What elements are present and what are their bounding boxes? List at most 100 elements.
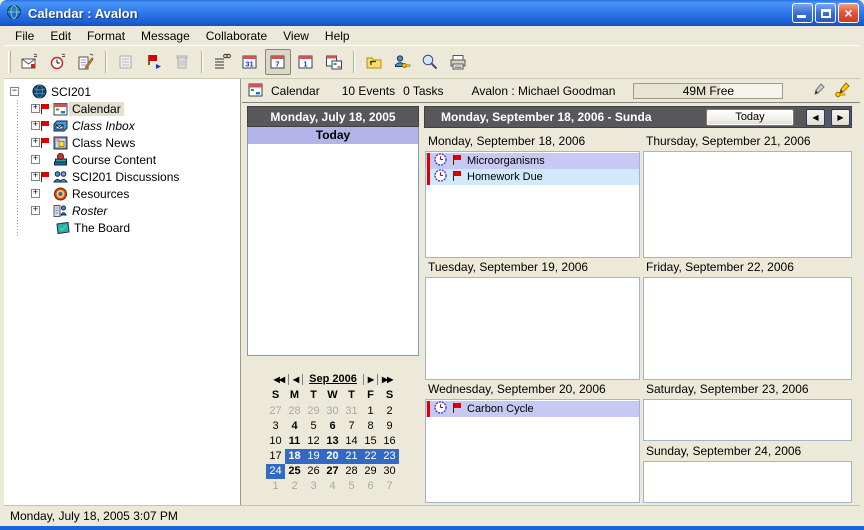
sidebar-item-the-board[interactable]: The Board: [4, 219, 240, 236]
minical-day[interactable]: 2: [380, 404, 399, 419]
day-cell-wednesday[interactable]: Carbon Cycle: [425, 399, 640, 503]
day-cell-thursday[interactable]: [643, 151, 852, 258]
menu-view[interactable]: View: [276, 27, 316, 45]
expand-toggle[interactable]: +: [31, 189, 40, 198]
collapse-toggle[interactable]: −: [10, 87, 19, 96]
minical-day[interactable]: 29: [361, 464, 380, 479]
expand-toggle[interactable]: +: [31, 138, 40, 147]
flag-button[interactable]: [141, 49, 167, 75]
minical-day[interactable]: 24: [266, 464, 285, 479]
minical-day[interactable]: 5: [342, 479, 361, 494]
minimize-button[interactable]: [792, 3, 813, 23]
prev-month-button[interactable]: ◀: [289, 375, 302, 384]
minical-day[interactable]: 2: [285, 479, 304, 494]
minical-day[interactable]: 18: [285, 449, 304, 464]
sidebar-item-course-content[interactable]: +Course Content: [4, 151, 240, 168]
minical-day[interactable]: 10: [266, 434, 285, 449]
minical-day[interactable]: 1: [361, 404, 380, 419]
menu-file[interactable]: File: [8, 27, 41, 45]
day-cell-sunday[interactable]: [643, 461, 852, 503]
minical-day[interactable]: 29: [304, 404, 323, 419]
expand-toggle[interactable]: +: [31, 206, 40, 215]
expand-toggle[interactable]: +: [31, 172, 40, 181]
month-label-link[interactable]: Sep 2006: [303, 373, 363, 385]
minical-day[interactable]: 23: [380, 449, 399, 464]
minical-day[interactable]: 26: [304, 464, 323, 479]
print-button[interactable]: [445, 49, 471, 75]
expand-toggle[interactable]: +: [31, 121, 40, 130]
minical-day[interactable]: 20: [323, 449, 342, 464]
minical-day[interactable]: 5: [304, 419, 323, 434]
menu-collaborate[interactable]: Collaborate: [199, 27, 274, 45]
new-task-button[interactable]: [73, 49, 99, 75]
day-cell-monday[interactable]: MicroorganismsHomework Due: [425, 151, 640, 258]
search-button[interactable]: [417, 49, 443, 75]
minical-day[interactable]: 12: [304, 434, 323, 449]
expand-toggle[interactable]: +: [31, 155, 40, 164]
menu-edit[interactable]: Edit: [43, 27, 78, 45]
new-alarm-button[interactable]: [45, 49, 71, 75]
minical-day[interactable]: 28: [342, 464, 361, 479]
minical-day[interactable]: 6: [361, 479, 380, 494]
next-year-button[interactable]: ▶▶: [378, 375, 396, 384]
new-message-button[interactable]: [17, 49, 43, 75]
list-view-button[interactable]: [209, 49, 235, 75]
permissions-button[interactable]: [389, 49, 415, 75]
minical-day[interactable]: 28: [285, 404, 304, 419]
menu-format[interactable]: Format: [80, 27, 132, 45]
event-microorganisms[interactable]: Microorganisms: [426, 153, 639, 169]
minical-day[interactable]: 11: [285, 434, 304, 449]
sidebar-item-resources[interactable]: +Resources: [4, 185, 240, 202]
minical-day[interactable]: 27: [266, 404, 285, 419]
day-cell-friday[interactable]: [643, 277, 852, 380]
minical-day[interactable]: 8: [361, 419, 380, 434]
parent-folder-button[interactable]: [361, 49, 387, 75]
minical-day[interactable]: 30: [323, 404, 342, 419]
previous-week-button[interactable]: ◀: [806, 109, 825, 126]
tree-root-sci201[interactable]: − SCI201: [4, 83, 240, 100]
today-button[interactable]: Today: [706, 109, 794, 126]
minical-day[interactable]: 21: [342, 449, 361, 464]
minical-day[interactable]: 9: [380, 419, 399, 434]
sidebar-item-class-news[interactable]: +Class News: [4, 134, 240, 151]
sidebar-item-class-inbox[interactable]: +Class Inbox: [4, 117, 240, 134]
multi-week-view-button[interactable]: [321, 49, 347, 75]
minical-day[interactable]: 4: [285, 419, 304, 434]
week-view-button[interactable]: 7: [265, 49, 291, 75]
day-panel-today-bar[interactable]: Today: [247, 127, 419, 144]
minical-day[interactable]: 14: [342, 434, 361, 449]
minical-day[interactable]: 7: [380, 479, 399, 494]
minical-day[interactable]: 19: [304, 449, 323, 464]
next-month-button[interactable]: ▶: [364, 375, 377, 384]
minical-day[interactable]: 31: [342, 404, 361, 419]
day-cell-tuesday[interactable]: [425, 277, 640, 380]
month-view-button[interactable]: 31: [237, 49, 263, 75]
day-panel-body[interactable]: [247, 144, 419, 356]
toolbar-gripper[interactable]: [8, 51, 11, 73]
minical-day[interactable]: 27: [323, 464, 342, 479]
sidebar-item-roster[interactable]: +Roster: [4, 202, 240, 219]
sidebar-item-calendar[interactable]: +Calendar: [4, 100, 240, 117]
prev-year-button[interactable]: ◀◀: [270, 375, 288, 384]
menu-help[interactable]: Help: [318, 27, 357, 45]
menu-message[interactable]: Message: [134, 27, 197, 45]
close-button[interactable]: ×: [838, 3, 859, 23]
minical-day[interactable]: 15: [361, 434, 380, 449]
minical-day[interactable]: 30: [380, 464, 399, 479]
day-cell-saturday[interactable]: [643, 399, 852, 441]
sidebar-item-sci201-discussions[interactable]: +SCI201 Discussions: [4, 168, 240, 185]
minical-day[interactable]: 7: [342, 419, 361, 434]
maximize-button[interactable]: [815, 3, 836, 23]
minical-day[interactable]: 1: [266, 479, 285, 494]
minical-day[interactable]: 17: [266, 449, 285, 464]
minical-day[interactable]: 22: [361, 449, 380, 464]
minical-day[interactable]: 3: [304, 479, 323, 494]
next-week-button[interactable]: ▶: [831, 109, 850, 126]
day-view-button[interactable]: 1: [293, 49, 319, 75]
minical-day[interactable]: 25: [285, 464, 304, 479]
minical-day[interactable]: 4: [323, 479, 342, 494]
minical-day[interactable]: 16: [380, 434, 399, 449]
minical-day[interactable]: 3: [266, 419, 285, 434]
minical-day[interactable]: 13: [323, 434, 342, 449]
expand-toggle[interactable]: +: [31, 104, 40, 113]
